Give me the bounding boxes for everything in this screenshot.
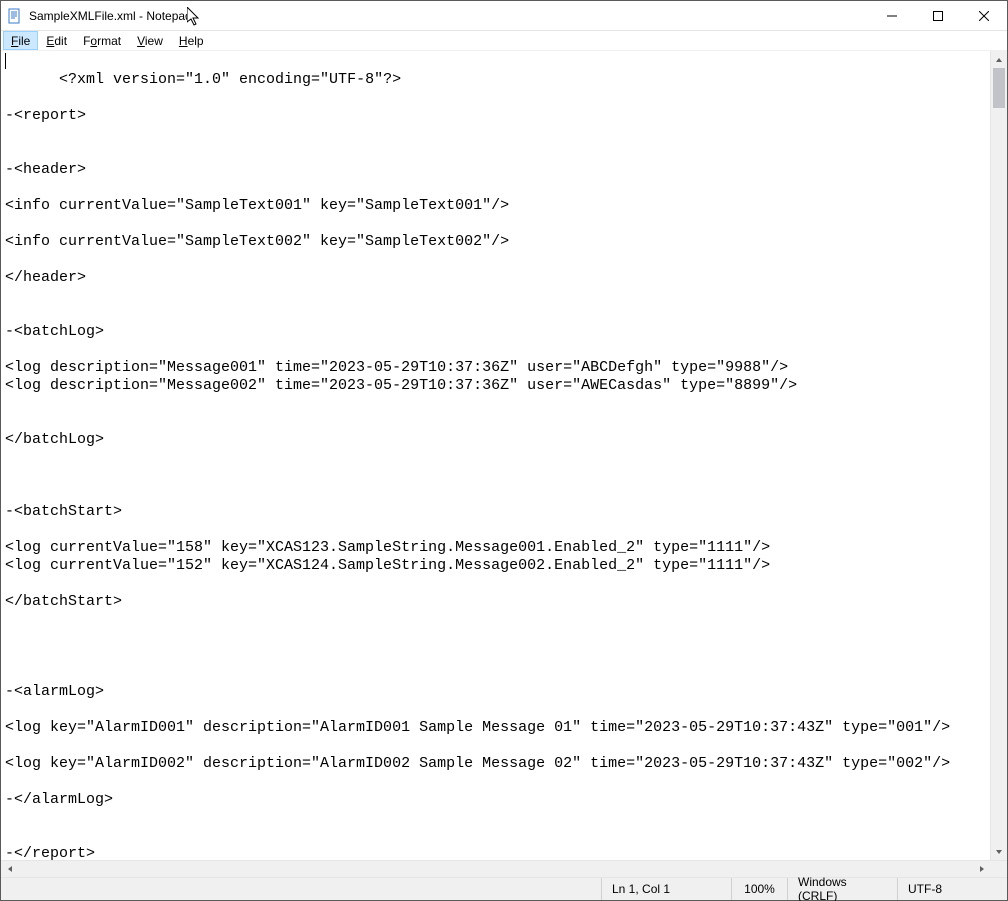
scroll-left-arrow-icon[interactable] — [1, 861, 18, 877]
menu-format[interactable]: Format — [75, 31, 129, 50]
maximize-button[interactable] — [915, 1, 961, 30]
status-bar: Ln 1, Col 1 100% Windows (CRLF) UTF-8 — [1, 877, 1007, 900]
status-zoom: 100% — [731, 878, 787, 900]
menu-file[interactable]: File — [3, 31, 38, 50]
status-spacer — [1, 878, 601, 900]
text-editor[interactable]: <?xml version="1.0" encoding="UTF-8"?> -… — [1, 51, 990, 860]
menu-bar: File Edit Format View Help — [1, 31, 1007, 51]
content-area: <?xml version="1.0" encoding="UTF-8"?> -… — [1, 51, 1007, 860]
scroll-corner — [990, 861, 1007, 877]
editor-text: <?xml version="1.0" encoding="UTF-8"?> -… — [5, 71, 950, 860]
close-button[interactable] — [961, 1, 1007, 30]
scroll-down-arrow-icon[interactable] — [991, 843, 1007, 860]
status-line-ending: Windows (CRLF) — [787, 878, 897, 900]
scroll-up-arrow-icon[interactable] — [991, 51, 1007, 68]
window-title: SampleXMLFile.xml - Notepad — [29, 9, 192, 23]
status-position: Ln 1, Col 1 — [601, 878, 731, 900]
title-bar: SampleXMLFile.xml - Notepad — [1, 1, 1007, 31]
minimize-button[interactable] — [869, 1, 915, 30]
text-caret — [5, 53, 6, 69]
menu-edit[interactable]: Edit — [38, 31, 75, 50]
menu-help[interactable]: Help — [171, 31, 212, 50]
vertical-scroll-thumb[interactable] — [993, 68, 1005, 108]
status-encoding: UTF-8 — [897, 878, 1007, 900]
menu-view[interactable]: View — [129, 31, 171, 50]
vertical-scrollbar[interactable] — [990, 51, 1007, 860]
vertical-scroll-track[interactable] — [991, 68, 1007, 843]
scroll-right-arrow-icon[interactable] — [973, 861, 990, 877]
notepad-icon — [7, 8, 23, 24]
notepad-window: SampleXMLFile.xml - Notepad File Edit Fo… — [0, 0, 1008, 901]
